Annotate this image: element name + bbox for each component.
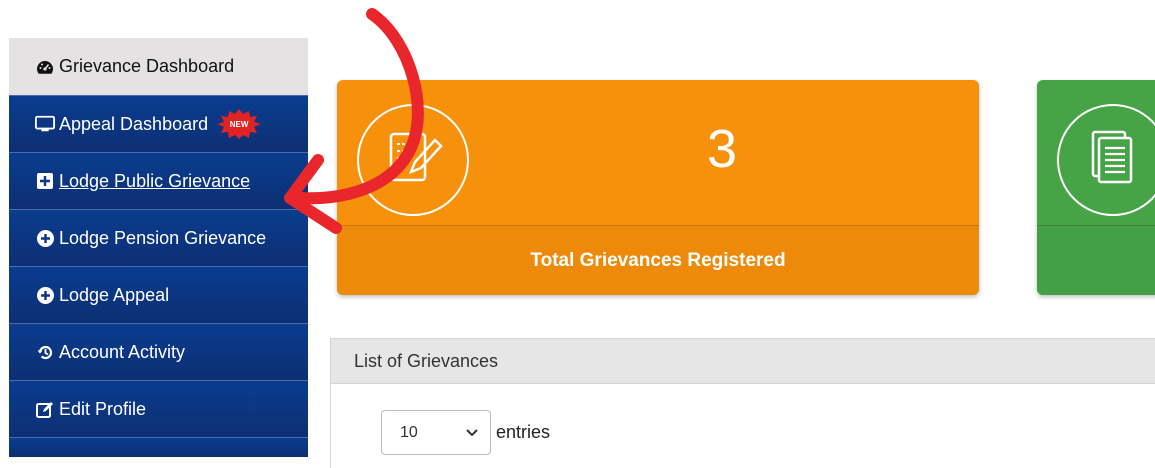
second-stat-footer bbox=[1037, 226, 1155, 295]
history-icon bbox=[35, 342, 55, 362]
sidebar-item-appeal-dashboard[interactable]: Appeal Dashboard NEW bbox=[9, 95, 308, 152]
sidebar: Grievance Dashboard Appeal Dashboard NEW… bbox=[9, 38, 308, 457]
dashboard-icon bbox=[35, 57, 55, 77]
total-grievances-count: 3 bbox=[707, 119, 738, 179]
plus-circle-icon bbox=[35, 285, 55, 305]
entries-label: entries bbox=[496, 422, 551, 442]
documents-icon bbox=[1057, 104, 1155, 216]
plus-square-icon bbox=[35, 171, 55, 191]
sidebar-item-label: Account Activity bbox=[59, 341, 186, 362]
entries-control: 10 entries bbox=[381, 410, 550, 455]
sidebar-item-edit-profile[interactable]: Edit Profile bbox=[9, 380, 308, 437]
sidebar-item-label: Lodge Appeal bbox=[59, 284, 170, 305]
sidebar-item-lodge-pension-grievance[interactable]: Lodge Pension Grievance bbox=[9, 209, 308, 266]
second-stat-card[interactable] bbox=[1037, 80, 1155, 295]
grievance-list-panel: List of Grievances 10 entries bbox=[330, 338, 1155, 468]
page-size-select[interactable]: 10 bbox=[381, 410, 491, 455]
sidebar-item-label: Edit Profile bbox=[59, 398, 147, 419]
document-edit-icon bbox=[357, 104, 469, 216]
page-size-value: 10 bbox=[400, 423, 418, 441]
sidebar-item-lodge-appeal[interactable]: Lodge Appeal bbox=[9, 266, 308, 323]
grievance-list-title: List of Grievances bbox=[331, 339, 1155, 384]
sidebar-item-label: Lodge Public Grievance bbox=[59, 170, 251, 191]
sidebar-item-label: Appeal Dashboard bbox=[59, 113, 209, 134]
edit-icon bbox=[35, 399, 55, 419]
sidebar-item-label: Lodge Pension Grievance bbox=[59, 227, 267, 248]
chevron-down-icon bbox=[466, 424, 478, 442]
sidebar-item-lodge-public-grievance[interactable]: Lodge Public Grievance bbox=[9, 152, 308, 209]
plus-circle-icon bbox=[35, 228, 55, 248]
sidebar-item-account-activity[interactable]: Account Activity bbox=[9, 323, 308, 380]
monitor-icon bbox=[35, 114, 55, 134]
sidebar-item-grievance-dashboard[interactable]: Grievance Dashboard bbox=[9, 38, 308, 95]
new-badge-text: NEW bbox=[229, 119, 249, 129]
total-grievances-label: Total Grievances Registered bbox=[337, 226, 979, 295]
total-grievances-card[interactable]: 3 Total Grievances Registered bbox=[337, 80, 979, 295]
new-badge: NEW bbox=[216, 109, 262, 139]
sidebar-item-more[interactable] bbox=[9, 437, 308, 457]
sidebar-item-label: Grievance Dashboard bbox=[59, 56, 235, 76]
